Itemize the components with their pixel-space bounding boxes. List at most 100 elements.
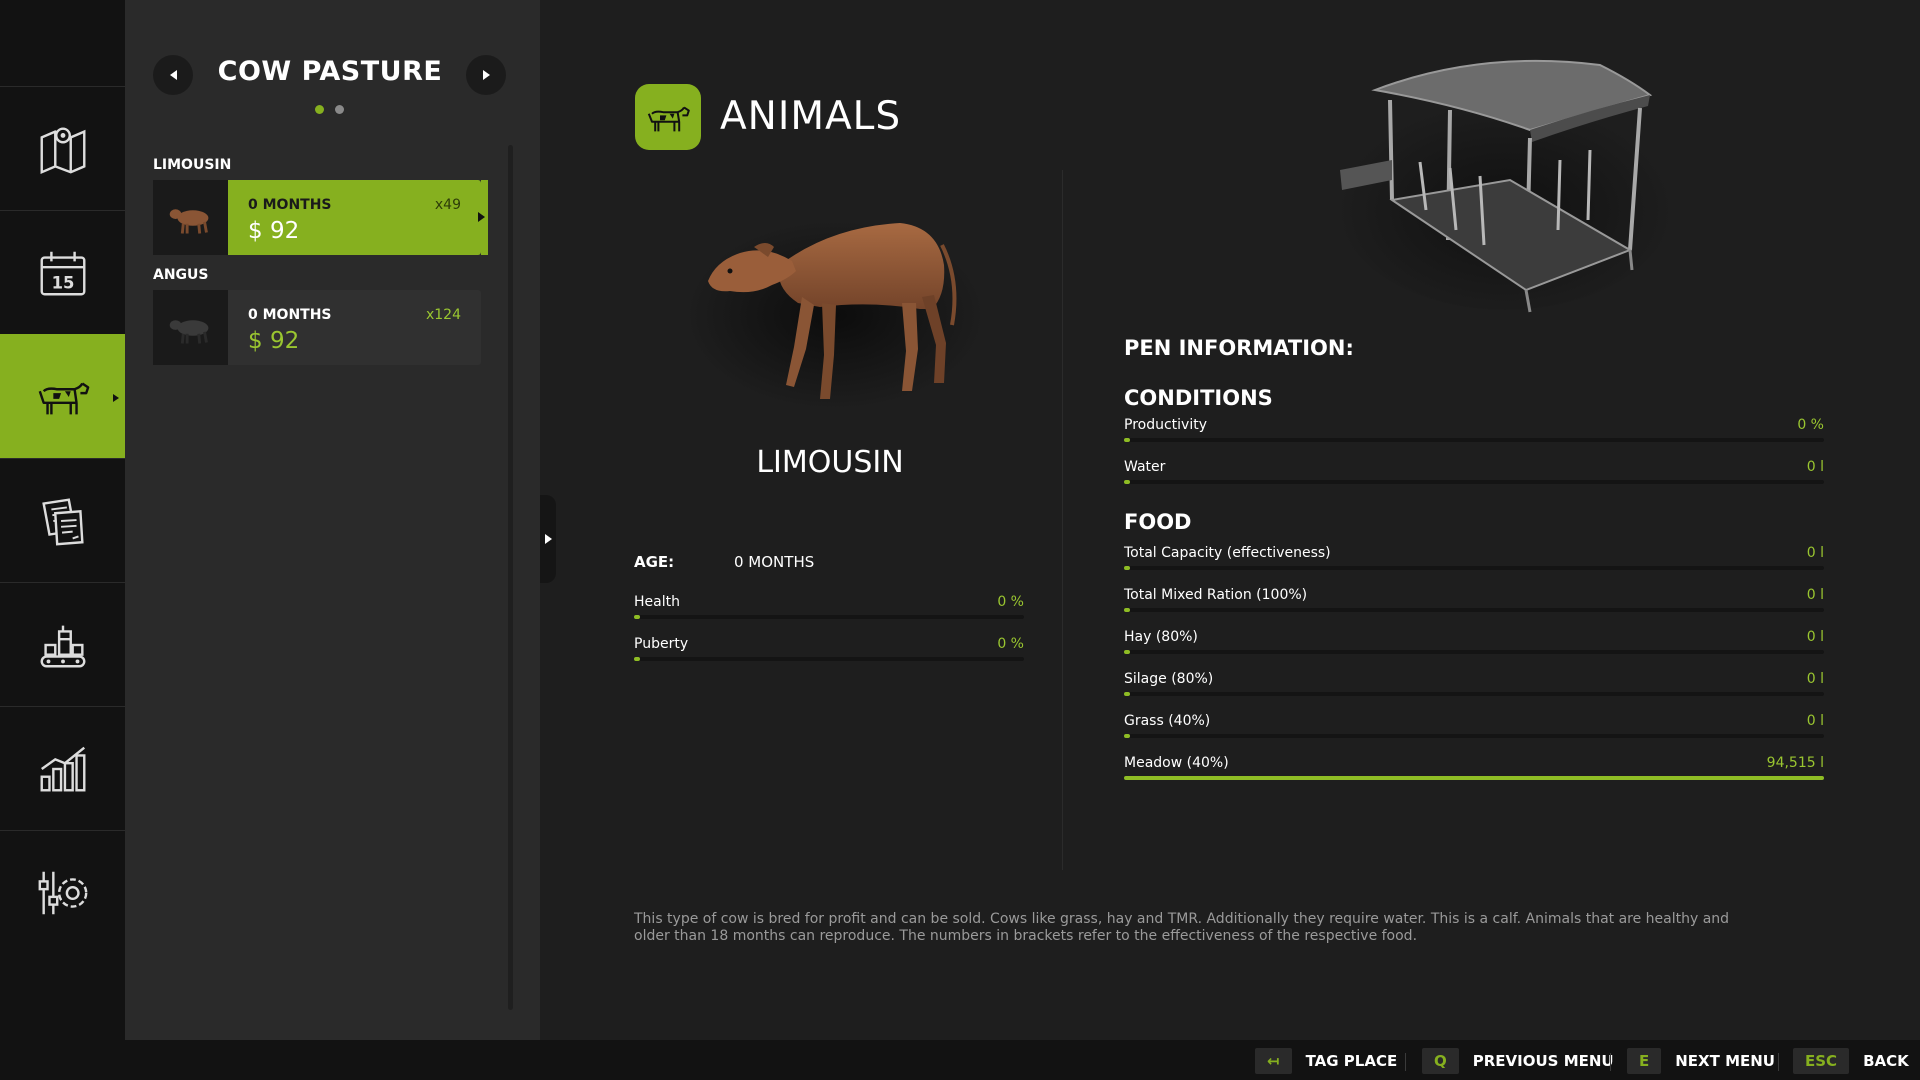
- statistics-icon: [40, 746, 85, 791]
- hint-label: BACK: [1863, 1052, 1909, 1070]
- animal-age: 0 MONTHS: [248, 197, 332, 213]
- cow-icon: [38, 381, 89, 414]
- page-dot-active[interactable]: [315, 105, 324, 114]
- progress-fill: [634, 615, 640, 619]
- back-hint[interactable]: ESC BACK: [1793, 1048, 1909, 1074]
- stat-value: 0 l: [1806, 629, 1824, 645]
- stat-value: 94,515 l: [1766, 755, 1824, 771]
- rail-item-map[interactable]: [0, 86, 125, 210]
- animal-card-limousin[interactable]: 0 MONTHS x49 $ 92: [153, 180, 488, 255]
- calf-preview-image: [685, 220, 985, 410]
- stat-health: Health 0 %: [634, 594, 1024, 620]
- rail-item-production[interactable]: [0, 582, 125, 706]
- progress-track: [1124, 734, 1824, 738]
- pen-preview-image: [1335, 59, 1675, 313]
- stat-total-capacity: Total Capacity (effectiveness) 0 l: [1124, 545, 1824, 571]
- black-calf-thumbnail-icon: [169, 319, 208, 344]
- rail-item-animals[interactable]: [0, 334, 131, 458]
- progress-track: [1124, 608, 1824, 612]
- collapse-panel-button[interactable]: [540, 495, 556, 583]
- hint-label: PREVIOUS MENU: [1472, 1052, 1614, 1070]
- stat-label: Hay (80%): [1124, 629, 1198, 645]
- stat-total-mixed-ration: Total Mixed Ration (100%) 0 l: [1124, 587, 1824, 613]
- stat-label: Total Capacity (effectiveness): [1124, 545, 1331, 561]
- breed-label: LIMOUSIN: [153, 157, 232, 173]
- calendar-icon: 15: [40, 251, 85, 295]
- animals-section-icon: [635, 84, 701, 150]
- stat-label: Silage (80%): [1124, 671, 1214, 687]
- progress-fill: [1124, 650, 1130, 654]
- progress-track: [1124, 650, 1824, 654]
- previous-menu-hint[interactable]: Q PREVIOUS MENU: [1422, 1048, 1614, 1074]
- map-icon: [40, 126, 85, 174]
- animal-count: x124: [425, 307, 461, 323]
- tag-place-hint[interactable]: ↤ TAG PLACE: [1255, 1048, 1397, 1074]
- key-badge: Q: [1422, 1048, 1459, 1074]
- calendar-day: 15: [51, 273, 74, 292]
- animal-count: x49: [434, 197, 461, 213]
- pen-information-heading: PEN INFORMATION:: [1124, 336, 1354, 360]
- progress-track: [1124, 438, 1824, 442]
- animal-name: LIMOUSIN: [756, 445, 904, 480]
- animal-card-angus[interactable]: 0 MONTHS x124 $ 92: [153, 290, 481, 365]
- progress-fill: [1124, 776, 1824, 780]
- stat-value: 0 l: [1806, 671, 1824, 687]
- stat-label: Grass (40%): [1124, 713, 1211, 729]
- progress-fill: [1124, 692, 1130, 696]
- separator: [1778, 1053, 1779, 1071]
- stat-label: Meadow (40%): [1124, 755, 1229, 771]
- chevron-left-icon: [169, 70, 177, 80]
- progress-track: [634, 657, 1024, 661]
- rail-item-contracts[interactable]: [0, 458, 125, 582]
- contracts-icon: [41, 497, 84, 545]
- animal-description: This type of cow is bred for profit and …: [634, 911, 1730, 944]
- stat-label: Total Mixed Ration (100%): [1124, 587, 1308, 603]
- animal-thumbnail: [153, 290, 228, 365]
- production-icon: [40, 625, 85, 667]
- separator: [1610, 1053, 1611, 1071]
- progress-track: [1124, 566, 1824, 570]
- separator: [1405, 1053, 1406, 1071]
- active-indicator-icon: [113, 394, 119, 402]
- page-dot[interactable]: [335, 105, 344, 114]
- rail-item-settings[interactable]: [0, 830, 125, 954]
- progress-fill: [634, 657, 640, 661]
- progress-fill: [1124, 438, 1130, 442]
- progress-fill: [1124, 566, 1130, 570]
- previous-pasture-button[interactable]: [153, 55, 193, 95]
- animal-age: 0 MONTHS: [248, 307, 332, 323]
- next-pasture-button[interactable]: [466, 55, 506, 95]
- settings-icon: [38, 871, 87, 914]
- animal-price: $ 92: [248, 218, 300, 244]
- stat-water: Water 0 l: [1124, 459, 1824, 485]
- animal-price: $ 92: [248, 328, 300, 354]
- rail-item-calendar[interactable]: 15: [0, 210, 125, 334]
- breed-label: ANGUS: [153, 267, 209, 283]
- animal-thumbnail: [153, 180, 228, 255]
- conditions-heading: CONDITIONS: [1124, 386, 1273, 410]
- column-divider: [1062, 170, 1063, 870]
- chevron-right-icon: [482, 70, 490, 80]
- progress-track: [1124, 776, 1824, 780]
- stat-value: 0 %: [1797, 417, 1824, 433]
- progress-fill: [1124, 734, 1130, 738]
- food-heading: FOOD: [1124, 510, 1192, 534]
- next-menu-hint[interactable]: E NEXT MENU: [1627, 1048, 1775, 1074]
- brown-calf-thumbnail-icon: [169, 208, 208, 234]
- pasture-list-panel: [125, 0, 540, 1040]
- stat-hay: Hay (80%) 0 l: [1124, 629, 1824, 655]
- stat-value: 0 l: [1806, 587, 1824, 603]
- progress-fill: [1124, 480, 1130, 484]
- stat-productivity: Productivity 0 %: [1124, 417, 1824, 443]
- stat-silage: Silage (80%) 0 l: [1124, 671, 1824, 697]
- stat-value: 0 %: [997, 594, 1024, 610]
- key-badge: ↤: [1255, 1048, 1292, 1074]
- stat-puberty: Puberty 0 %: [634, 636, 1024, 662]
- stat-label: Health: [634, 594, 680, 610]
- rail-item-statistics[interactable]: [0, 706, 125, 830]
- stat-value: 0 l: [1806, 545, 1824, 561]
- selected-arrow-icon: [478, 212, 485, 222]
- page-title: ANIMALS: [720, 94, 902, 139]
- hint-label: NEXT MENU: [1675, 1052, 1775, 1070]
- list-scrollbar[interactable]: [508, 145, 513, 1010]
